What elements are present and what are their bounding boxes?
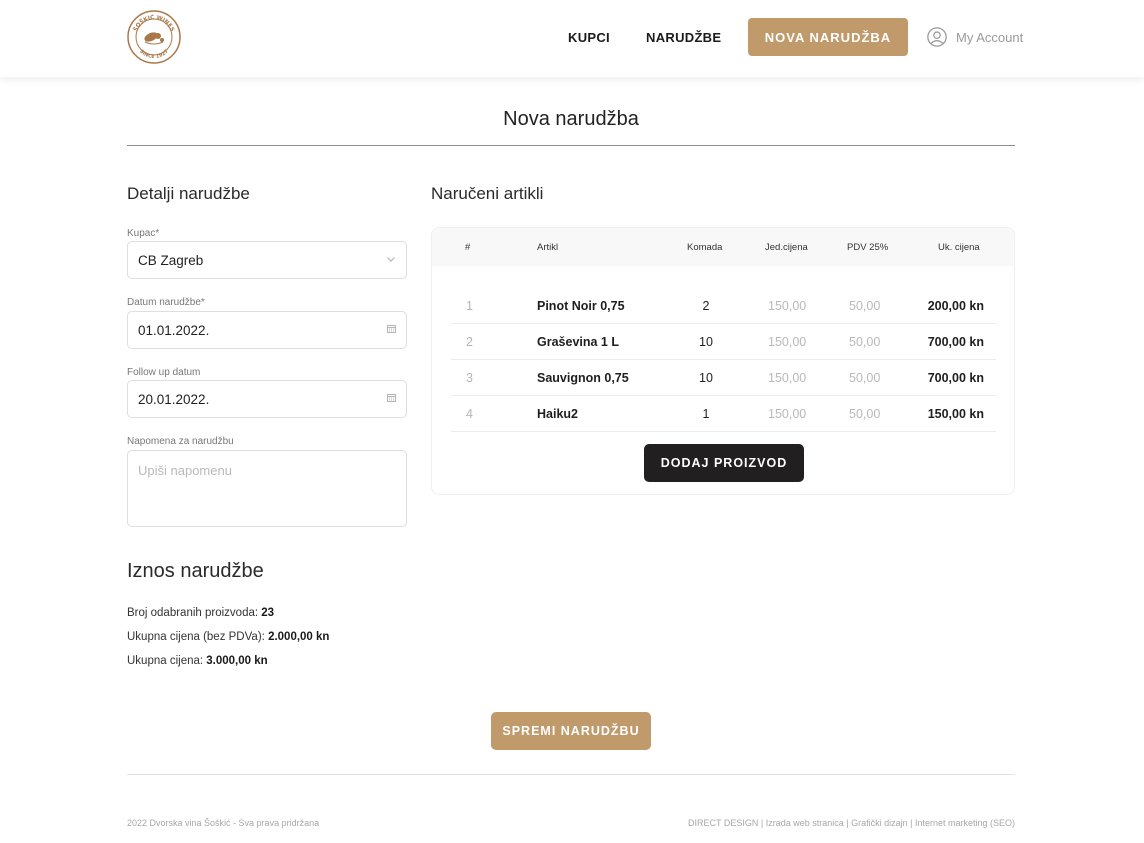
new-order-button[interactable]: NOVA NARUDŽBA — [748, 18, 908, 56]
table-row[interactable]: 1 Pinot Noir 0,75 2 150,00 50,00 200,00 … — [451, 288, 996, 324]
col-total: Uk. cijena — [938, 242, 980, 253]
order-date-label: Datum narudžbe* — [127, 297, 205, 308]
order-date-input[interactable]: 01.01.2022. — [127, 311, 407, 349]
calendar-icon[interactable] — [387, 324, 396, 336]
page-title: Nova narudžba — [503, 108, 639, 130]
summary-net-value: 2.000,00 kn — [268, 631, 330, 643]
winery-seal-logo[interactable]: ŠOŠKIĆ WINES SINCE 1927 — [127, 10, 181, 64]
summary-count: Broj odabranih proizvoda: 23 — [127, 607, 275, 619]
save-order-button[interactable]: SPREMI NARUDŽBU — [491, 712, 651, 750]
customer-select[interactable]: CB Zagreb — [127, 241, 407, 279]
nav-narudzbe[interactable]: NARUDŽBE — [646, 30, 721, 45]
table-row[interactable]: 2 Graševina 1 L 10 150,00 50,00 700,00 k… — [451, 324, 996, 360]
chevron-down-icon — [386, 254, 396, 267]
table-row[interactable]: 3 Sauvignon 0,75 10 150,00 50,00 700,00 … — [451, 360, 996, 396]
col-number: # — [465, 242, 471, 253]
calendar-icon[interactable] — [387, 393, 396, 405]
add-product-button[interactable]: DODAJ PROIZVOD — [644, 444, 804, 482]
summary-count-value: 23 — [261, 607, 275, 619]
top-header: ŠOŠKIĆ WINES SINCE 1927 KUPCI NARUDŽBE N… — [0, 0, 1144, 77]
note-label: Napomena za narudžbu — [127, 436, 234, 447]
footer-divider — [127, 774, 1015, 775]
items-heading: Naručeni artikli — [431, 184, 544, 203]
follow-up-label: Follow up datum — [127, 367, 201, 378]
table-header: # Artikl Komada Jed.cijena PDV 25% Uk. c… — [432, 228, 1014, 266]
customer-label: Kupac* — [127, 228, 160, 239]
footer-links: DIRECT DESIGN | Izrada web stranica | Gr… — [688, 818, 1015, 828]
footer-link-web[interactable]: Izrada web stranica — [766, 818, 844, 828]
table-row[interactable]: 4 Haiku2 1 150,00 50,00 150,00 kn — [451, 396, 996, 432]
items-table: # Artikl Komada Jed.cijena PDV 25% Uk. c… — [431, 227, 1015, 495]
order-date-value: 01.01.2022. — [138, 322, 210, 338]
nav-kupci[interactable]: KUPCI — [568, 30, 610, 45]
footer-copyright: 2022 Dvorska vina Šoškić - Sva prava pri… — [127, 818, 320, 828]
col-komada: Komada — [687, 242, 723, 253]
note-textarea[interactable]: Upiši napomenu — [127, 450, 407, 527]
follow-up-date-input[interactable]: 20.01.2022. — [127, 380, 407, 418]
summary-heading: Iznos narudžbe — [127, 560, 264, 582]
summary-net: Ukupna cijena (bez PDVa): 2.000,00 kn — [127, 631, 330, 643]
footer-link-seo[interactable]: Internet marketing (SEO) — [915, 818, 1015, 828]
col-unit-price: Jed.cijena — [765, 242, 808, 253]
footer-link-graphic[interactable]: Grafički dizajn — [851, 818, 908, 828]
title-divider — [127, 145, 1015, 146]
summary-total-value: 3.000,00 kn — [206, 655, 268, 667]
user-circle-icon — [927, 27, 947, 47]
my-account-label: My Account — [956, 29, 1024, 45]
footer-link-direct-design[interactable]: DIRECT DESIGN — [688, 818, 758, 828]
my-account-link[interactable]: My Account — [926, 26, 1023, 48]
summary-total: Ukupna cijena: 3.000,00 kn — [127, 655, 268, 667]
col-vat: PDV 25% — [847, 242, 889, 253]
customer-value: CB Zagreb — [138, 252, 204, 268]
details-heading: Detalji narudžbe — [127, 184, 250, 203]
follow-up-value: 20.01.2022. — [138, 391, 210, 407]
col-artikl: Artikl — [537, 242, 559, 253]
